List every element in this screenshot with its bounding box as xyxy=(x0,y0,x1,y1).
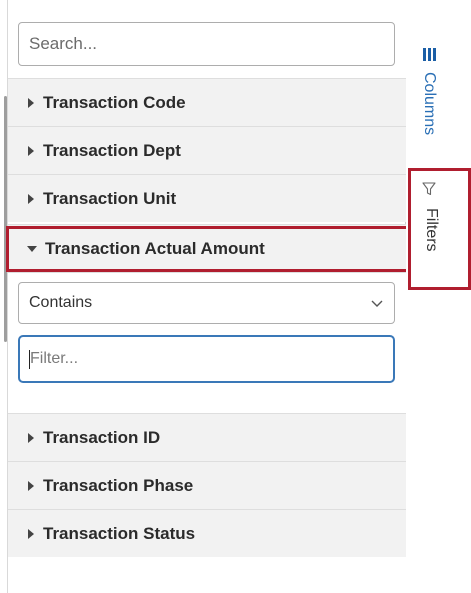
filter-tool-panel: Transaction Code Transaction Dept Transa… xyxy=(0,0,471,593)
group-transaction-code[interactable]: Transaction Code xyxy=(8,78,406,126)
group-transaction-dept[interactable]: Transaction Dept xyxy=(8,126,406,174)
group-transaction-unit[interactable]: Transaction Unit xyxy=(8,174,406,222)
side-bar: Columns Filters xyxy=(406,0,471,593)
filter-text-input[interactable] xyxy=(18,335,395,383)
panel-bottom-space xyxy=(8,557,406,593)
operator-select[interactable]: Contains xyxy=(18,282,395,324)
tab-columns-label: Columns xyxy=(421,72,438,136)
group-label: Transaction Phase xyxy=(43,475,194,495)
group-transaction-id[interactable]: Transaction ID xyxy=(8,413,406,461)
search-area xyxy=(8,0,406,78)
expanded-filter-body: Contains xyxy=(8,272,406,413)
group-label: Transaction Dept xyxy=(43,140,181,160)
chevron-down-icon xyxy=(371,300,383,307)
columns-icon xyxy=(423,48,437,61)
tab-filters[interactable]: Filters xyxy=(408,168,471,290)
caret-right-icon xyxy=(28,145,34,156)
operator-select-value: Contains xyxy=(29,294,93,311)
group-label: Transaction Code xyxy=(43,92,186,112)
left-scrollbar-thumb[interactable] xyxy=(4,96,7,342)
search-input[interactable] xyxy=(18,22,395,66)
left-scrollbar-track[interactable] xyxy=(0,0,8,593)
group-label: Transaction ID xyxy=(43,427,161,447)
caret-right-icon xyxy=(28,432,34,443)
group-label: Transaction Unit xyxy=(43,188,177,208)
caret-down-icon xyxy=(27,245,37,252)
group-transaction-phase[interactable]: Transaction Phase xyxy=(8,461,406,509)
caret-right-icon xyxy=(28,480,34,491)
tab-columns[interactable]: Columns xyxy=(406,36,471,166)
group-transaction-actual-amount[interactable]: Transaction Actual Amount xyxy=(8,224,406,272)
group-label: Transaction Status xyxy=(43,523,196,543)
text-cursor xyxy=(29,350,30,369)
caret-right-icon xyxy=(28,97,34,108)
caret-right-icon xyxy=(28,528,34,539)
group-label: Transaction Actual Amount xyxy=(45,238,265,258)
filters-panel: Transaction Code Transaction Dept Transa… xyxy=(8,0,406,593)
funnel-icon xyxy=(422,182,436,196)
tab-filters-label: Filters xyxy=(423,208,440,252)
group-transaction-status[interactable]: Transaction Status xyxy=(8,509,406,557)
caret-right-icon xyxy=(28,193,34,204)
